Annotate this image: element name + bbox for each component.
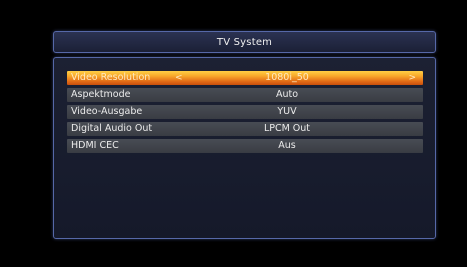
settings-panel: Video Resolution < 1080i_50 > Aspektmode… [53,57,436,239]
title-bar: TV System [53,31,436,53]
setting-label: Video-Ausgabe [71,106,143,117]
arrow-left-icon[interactable]: < [175,71,183,85]
setting-row-hdmi-cec[interactable]: HDMI CEC Aus [67,139,423,153]
setting-value: LPCM Out [263,123,311,134]
setting-value: Aus [278,140,296,151]
setting-value: YUV [277,106,297,117]
setting-label: HDMI CEC [71,140,119,151]
setting-label: Aspektmode [71,89,131,100]
setting-label: Video Resolution [71,72,151,83]
tv-screen: TV System Video Resolution < 1080i_50 > … [0,0,467,267]
setting-row-video-ausgabe[interactable]: Video-Ausgabe YUV [67,105,423,119]
settings-list: Video Resolution < 1080i_50 > Aspektmode… [67,71,423,156]
setting-row-aspektmode[interactable]: Aspektmode Auto [67,88,423,102]
setting-row-video-resolution[interactable]: Video Resolution < 1080i_50 > [67,71,423,85]
page-title: TV System [216,36,273,48]
setting-label: Digital Audio Out [71,123,153,134]
setting-value: Auto [275,89,299,100]
arrow-right-icon[interactable]: > [408,71,416,85]
setting-row-digital-audio-out[interactable]: Digital Audio Out LPCM Out [67,122,423,136]
setting-value: 1080i_50 [265,72,309,83]
